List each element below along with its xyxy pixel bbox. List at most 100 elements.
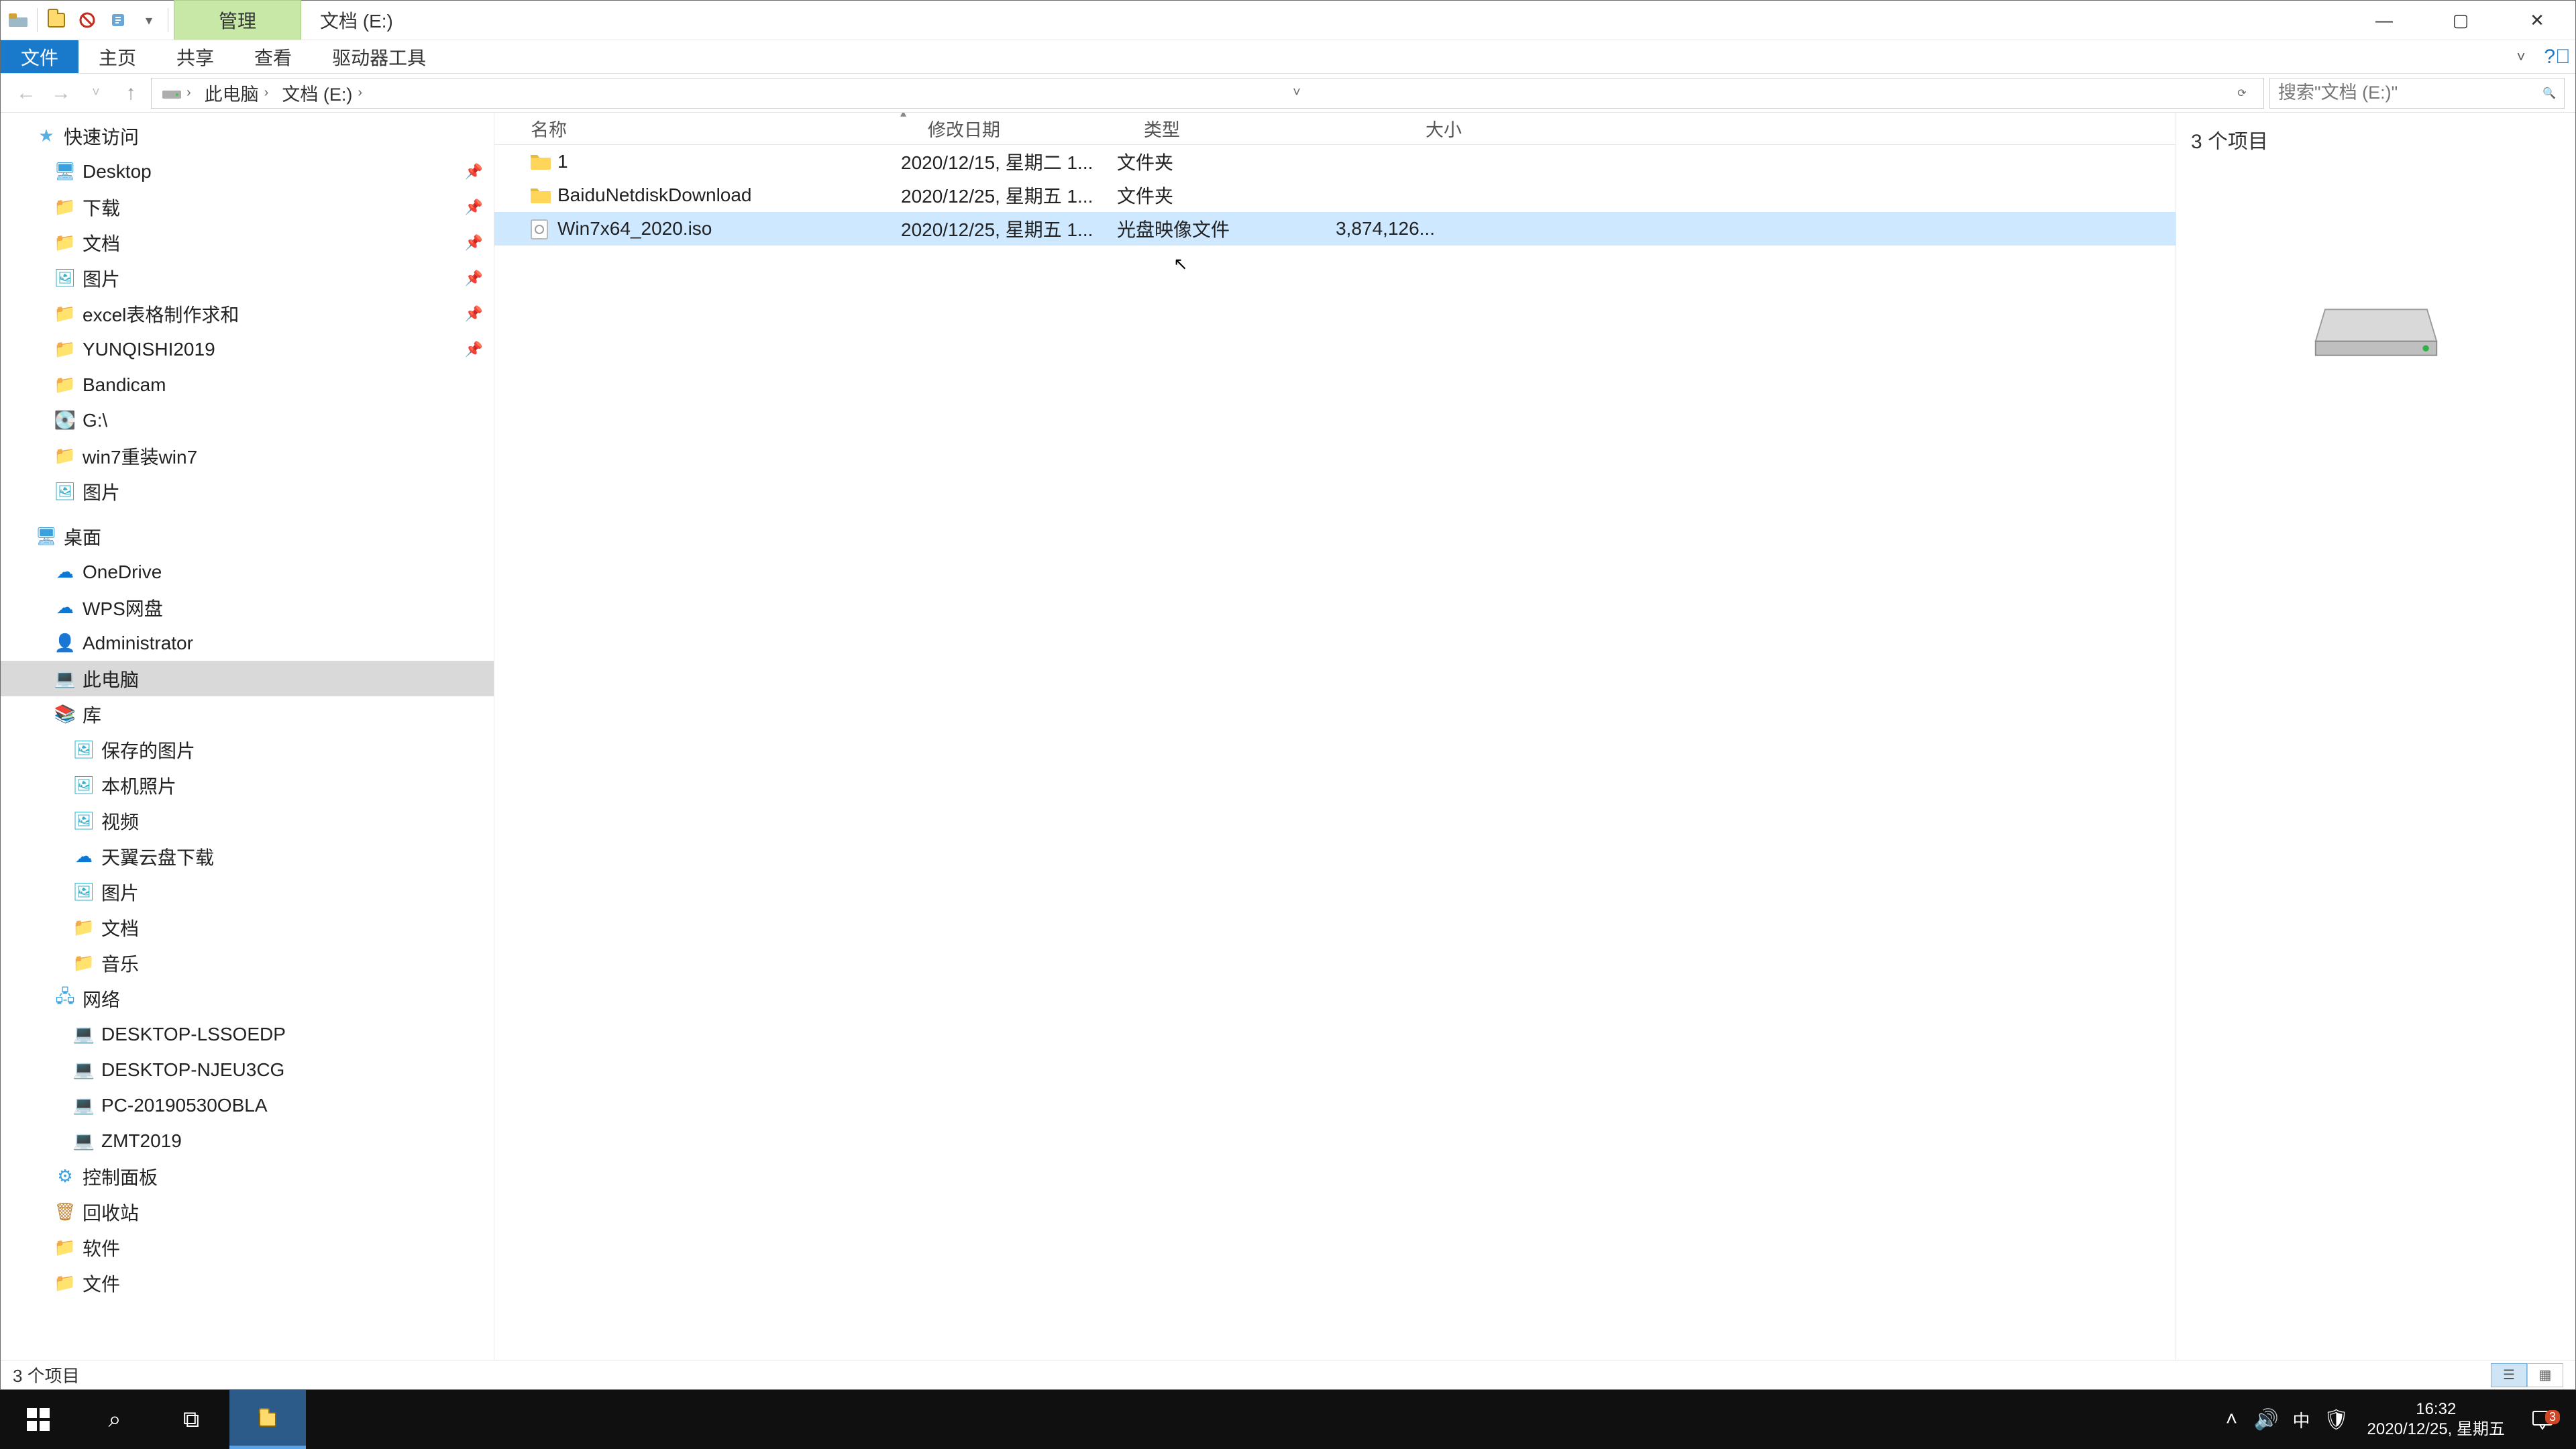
breadcrumb-this-pc[interactable]: 此电脑› [199, 78, 274, 108]
nav-quick-item[interactable]: 📁win7重装win7 [1, 438, 494, 474]
task-view-button[interactable]: ⧉ [153, 1390, 229, 1449]
app-icon[interactable] [5, 7, 32, 34]
navigation-pane[interactable]: ★快速访问 🖥Desktop📌📁下载📌📁文档📌🖼图片📌📁excel表格制作求和📌… [1, 113, 494, 1360]
nav-quick-item[interactable]: 📁文档📌 [1, 225, 494, 260]
tree-item-label: win7重装win7 [83, 443, 197, 470]
tray-volume-icon[interactable]: 🔊 [2249, 1408, 2284, 1432]
ribbon-tab-file[interactable]: 文件 [1, 40, 78, 73]
nav-up-button[interactable]: ↑ [116, 78, 146, 108]
breadcrumb[interactable]: › 此电脑› 文档 (E:)› ˅ ⟳ [151, 78, 2264, 109]
tree-item-label: 音乐 [101, 950, 139, 977]
nav-item[interactable]: ⚙控制面板 [1, 1159, 494, 1194]
close-button[interactable]: ✕ [2499, 1, 2575, 40]
nav-quick-item[interactable]: 📁excel表格制作求和📌 [1, 296, 494, 331]
search-input[interactable] [2278, 83, 2542, 103]
taskbar-clock[interactable]: 16:32 2020/12/25, 星期五 [2354, 1399, 2518, 1440]
nav-desktop[interactable]: 🖥桌面 [1, 519, 494, 554]
view-details-button[interactable]: ☰ [2491, 1363, 2527, 1387]
search-box[interactable]: 🔍 [2269, 78, 2565, 109]
nav-network[interactable]: 🖧网络 [1, 981, 494, 1016]
ribbon-tab-view[interactable]: 查看 [234, 40, 312, 73]
nav-library-item[interactable]: 🖼保存的图片 [1, 732, 494, 767]
tray-overflow-icon[interactable]: ˄ [2214, 1408, 2249, 1431]
nav-quick-access[interactable]: ★快速访问 [1, 118, 494, 154]
nav-recent-dropdown[interactable]: ˅ [81, 78, 111, 108]
file-name: BaiduNetdiskDownload [557, 184, 752, 205]
breadcrumb-drive-icon[interactable]: › [157, 78, 197, 108]
tree-item-label: DESKTOP-NJEU3CG [101, 1059, 284, 1081]
title-bar: ▾ 管理 文档 (E:) — ▢ ✕ [1, 1, 2575, 40]
nav-quick-item[interactable]: 💽G:\ [1, 402, 494, 438]
qat-undo-icon[interactable] [105, 7, 131, 34]
address-dropdown-icon[interactable]: ˅ [1281, 85, 1313, 101]
nav-network-item[interactable]: 💻DESKTOP-LSSOEDP [1, 1016, 494, 1052]
tree-item-label: Desktop [83, 161, 152, 182]
nav-quick-item[interactable]: 🖼图片📌 [1, 260, 494, 296]
taskbar-explorer-button[interactable] [229, 1390, 306, 1449]
start-button[interactable] [0, 1390, 76, 1449]
nav-quick-item[interactable]: 📁YUNQISHI2019📌 [1, 331, 494, 367]
nav-item[interactable]: 🗑回收站 [1, 1194, 494, 1230]
nav-network-item[interactable]: 💻DESKTOP-NJEU3CG [1, 1052, 494, 1087]
nav-quick-item[interactable]: 📁Bandicam [1, 367, 494, 402]
qat-dropdown-icon[interactable]: ▾ [136, 7, 162, 34]
breadcrumb-location[interactable]: 文档 (E:)› [276, 78, 368, 108]
file-row[interactable]: Win7x64_2020.iso2020/12/25, 星期五 1...光盘映像… [494, 212, 2176, 246]
nav-item[interactable]: 📁文件 [1, 1265, 494, 1301]
column-header-date[interactable]: 修改日期 [918, 115, 1134, 142]
nav-library-item[interactable]: 📁文档 [1, 910, 494, 945]
pin-icon: 📌 [465, 234, 483, 252]
column-header-size[interactable]: 大小 [1317, 115, 1471, 142]
nav-quick-item[interactable]: 🖥Desktop📌 [1, 154, 494, 189]
contextual-tab-manage[interactable]: 管理 [174, 0, 301, 40]
system-tray: ˄ 🔊 中 🛡 16:32 2020/12/25, 星期五 3 [2214, 1390, 2576, 1449]
clock-time: 16:32 [2367, 1399, 2505, 1419]
tray-ime-icon[interactable]: 中 [2284, 1407, 2319, 1432]
nav-library-item[interactable]: ☁天翼云盘下载 [1, 839, 494, 874]
action-center-button[interactable]: 3 [2518, 1408, 2567, 1431]
nav-library-item[interactable]: 🖼本机照片 [1, 767, 494, 803]
qat-properties-icon[interactable] [43, 7, 70, 34]
ic-lib-icon: 📚 [54, 704, 76, 725]
ic-pic-icon: 🖼 [73, 810, 95, 832]
nav-desktop-item[interactable]: ☁OneDrive [1, 554, 494, 590]
view-large-icons-button[interactable]: ▦ [2527, 1363, 2563, 1387]
ribbon-expand-icon[interactable]: ˅ [2503, 40, 2539, 73]
address-bar: ← → ˅ ↑ › 此电脑› 文档 (E:)› ˅ ⟳ 🔍 [1, 74, 2575, 113]
nav-library-item[interactable]: 📁 音乐 [1, 945, 494, 981]
taskbar-search-button[interactable]: ⌕ [76, 1390, 153, 1449]
file-row[interactable]: BaiduNetdiskDownload2020/12/25, 星期五 1...… [494, 178, 2176, 212]
nav-network-item[interactable]: 💻ZMT2019 [1, 1123, 494, 1159]
nav-item[interactable]: 📁软件 [1, 1230, 494, 1265]
tray-security-icon[interactable]: 🛡 [2319, 1408, 2354, 1432]
file-list-pane[interactable]: 名称 修改日期 类型 大小 12020/12/15, 星期二 1...文件夹Ba… [494, 113, 2176, 1360]
tree-item-label: 控制面板 [83, 1163, 158, 1190]
ic-folder-icon: 📁 [73, 953, 95, 974]
tree-item-label: 图片 [101, 879, 139, 906]
ic-pic-icon: 🖼 [73, 881, 95, 903]
nav-desktop-item[interactable]: 💻此电脑 [1, 661, 494, 696]
file-row[interactable]: 12020/12/15, 星期二 1...文件夹 [494, 145, 2176, 178]
nav-back-button[interactable]: ← [11, 78, 41, 108]
nav-desktop-item[interactable]: 👤Administrator [1, 625, 494, 661]
search-icon[interactable]: 🔍 [2542, 87, 2556, 100]
minimize-button[interactable]: — [2346, 1, 2422, 40]
ribbon-tab-home[interactable]: 主页 [78, 40, 156, 73]
nav-desktop-item[interactable]: ☁WPS网盘 [1, 590, 494, 625]
qat-new-folder-icon[interactable] [74, 7, 101, 34]
refresh-icon[interactable]: ⟳ [2226, 87, 2258, 100]
pin-icon: 📌 [465, 163, 483, 180]
column-header-type[interactable]: 类型 [1134, 115, 1317, 142]
maximize-button[interactable]: ▢ [2422, 1, 2499, 40]
nav-quick-item[interactable]: 📁下载📌 [1, 189, 494, 225]
ribbon-tab-share[interactable]: 共享 [156, 40, 234, 73]
nav-desktop-item[interactable]: 📚库 [1, 696, 494, 732]
nav-library-item[interactable]: 🖼视频 [1, 803, 494, 839]
ribbon-tab-drive-tools[interactable]: 驱动器工具 [312, 40, 446, 73]
column-header-name[interactable]: 名称 [521, 115, 918, 142]
help-icon[interactable]: ?⃝ [2539, 40, 2575, 73]
nav-library-item[interactable]: 🖼 图片 [1, 874, 494, 910]
nav-forward-button[interactable]: → [46, 78, 76, 108]
nav-network-item[interactable]: 💻PC-20190530OBLA [1, 1087, 494, 1123]
nav-quick-item[interactable]: 🖼图片 [1, 474, 494, 509]
